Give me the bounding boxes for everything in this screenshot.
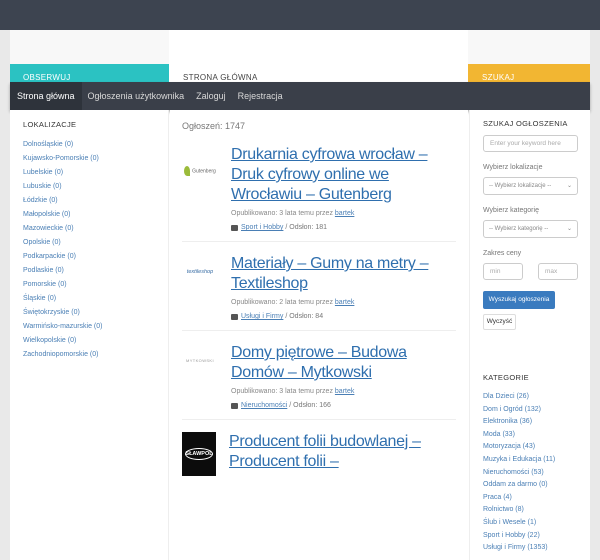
logo-text: MYTKOWSKI — [185, 357, 215, 363]
location-link[interactable]: Wielkopolskie (0) — [23, 334, 155, 348]
listing-meta: Opublikowano: 3 lata temu przez bartek — [231, 388, 355, 395]
location-link[interactable]: Dolnośląskie (0) — [23, 138, 155, 152]
author-link[interactable]: bartek — [335, 210, 354, 217]
location-link[interactable]: Lubuskie (0) — [23, 180, 155, 194]
category-link[interactable]: Nieruchomości — [241, 402, 287, 409]
listing-meta: Opublikowano: 2 lata temu przez bartek — [231, 299, 355, 306]
price-min-input[interactable]: min — [483, 263, 523, 280]
chevron-down-icon: ⌄ — [566, 183, 572, 189]
category-link[interactable]: Sport i Hobby — [241, 224, 283, 231]
listing-thumbnail[interactable]: SŁAWPOL — [182, 432, 216, 476]
location-link[interactable]: Lubelskie (0) — [23, 166, 155, 180]
nav-item-register[interactable]: Rejestracja — [232, 82, 289, 110]
listing-thumbnail[interactable]: textileshop — [182, 254, 218, 290]
location-link[interactable]: Zachodniopomorskie (0) — [23, 348, 155, 362]
locations-title: LOKALIZACJE — [23, 120, 77, 129]
listing-thumbnail[interactable]: MYTKOWSKI — [182, 343, 218, 379]
keyword-input[interactable]: Enter your keyword here — [483, 135, 578, 152]
top-bar — [0, 0, 600, 30]
locations-sidebar: LOKALIZACJE Dolnośląskie (0) Kujawsko-Po… — [10, 110, 169, 560]
listing-title[interactable]: Drukarnia cyfrowa wrocław – Druk cyfrowy… — [231, 145, 456, 205]
category-link[interactable]: Nieruchomości (53) — [483, 467, 577, 480]
category-select[interactable]: -- Wybierz kategorię -- ⌄ — [483, 220, 578, 238]
location-link[interactable]: Podkarpackie (0) — [23, 250, 155, 264]
listing-item: SŁAWPOL Producent folii budowlanej – Pro… — [182, 432, 456, 486]
location-link[interactable]: Małopolskie (0) — [23, 208, 155, 222]
location-link[interactable]: Podlaskie (0) — [23, 264, 155, 278]
location-link[interactable]: Opolskie (0) — [23, 236, 155, 250]
listing-category-row: Sport i Hobby / Odsłon: 181 — [231, 224, 456, 231]
listing-meta: Opublikowano: 3 lata temu przez bartek — [231, 210, 355, 217]
listings-content: Ogłoszeń: 1747 Gutenberg Drukarnia cyfro… — [170, 110, 468, 560]
category-link[interactable]: Usługi i Firmy (1353) — [483, 542, 577, 555]
folder-icon — [231, 224, 238, 231]
category-link[interactable]: Sport i Hobby (22) — [483, 530, 577, 543]
nav-item-home[interactable]: Strona główna — [10, 82, 82, 110]
logo-text: textileshop — [186, 268, 214, 275]
location-link[interactable]: Świętokrzyskie (0) — [23, 306, 155, 320]
category-link[interactable]: Elektronika (36) — [483, 416, 577, 429]
listing-item: Gutenberg Drukarnia cyfrowa wrocław – Dr… — [182, 145, 456, 242]
category-link[interactable]: Moda (33) — [483, 429, 577, 442]
header-center: STRONA GŁÓWNA — [169, 30, 468, 82]
listing-category-row: Nieruchomości / Odsłon: 166 — [231, 402, 456, 409]
header-right-title: SZUKAJ — [482, 73, 515, 82]
listing-item: textileshop Materiały – Gumy na metry – … — [182, 254, 456, 331]
search-sidebar: SZUKAJ OGŁOSZENIA Enter your keyword her… — [469, 110, 590, 560]
listing-category-row: Usługi i Firmy / Odsłon: 84 — [231, 313, 456, 320]
listing-title[interactable]: Producent folii budowlanej – Producent f… — [229, 432, 456, 472]
listings-count: Ogłoszeń: 1747 — [182, 121, 246, 131]
location-link[interactable]: Pomorskie (0) — [23, 278, 155, 292]
nav-item-user-ads[interactable]: Ogłoszenia użytkownika — [82, 82, 191, 110]
header-right-tab: SZUKAJ — [468, 64, 590, 82]
header-left-tab: OBSERWUJ — [10, 64, 169, 82]
clear-button[interactable]: Wyczyść — [483, 314, 516, 330]
location-link[interactable]: Warmińsko-mazurskie (0) — [23, 320, 155, 334]
views-count: / Odsłon: 166 — [289, 402, 331, 409]
category-link[interactable]: Dla Dzieci (26) — [483, 391, 577, 404]
author-link[interactable]: bartek — [335, 388, 354, 395]
category-label: Wybierz kategorię — [483, 207, 539, 214]
logo-text: SŁAWPOL — [185, 448, 213, 460]
category-link[interactable]: Muzyka i Edukacja (11) — [483, 454, 577, 467]
header-center-title: STRONA GŁÓWNA — [183, 73, 258, 82]
author-link[interactable]: bartek — [335, 299, 354, 306]
category-link[interactable]: Ślub i Wesele (1) — [483, 517, 577, 530]
chevron-down-icon: ⌄ — [566, 226, 572, 232]
folder-icon — [231, 313, 238, 320]
listing-thumbnail[interactable]: Gutenberg — [182, 153, 218, 189]
price-range: min max — [483, 263, 578, 280]
main-navbar: Strona główna Ogłoszenia użytkownika Zal… — [10, 82, 590, 110]
views-count: / Odsłon: 181 — [285, 224, 328, 231]
categories-title: KATEGORIE — [483, 373, 529, 382]
views-count: / Odsłon: 84 — [285, 313, 324, 320]
listing-item: MYTKOWSKI Domy piętrowe – Budowa Domów –… — [182, 343, 456, 420]
category-link[interactable]: Oddam za darmo (0) — [483, 479, 577, 492]
search-title: SZUKAJ OGŁOSZENIA — [483, 119, 568, 128]
location-link[interactable]: Mazowieckie (0) — [23, 222, 155, 236]
category-link[interactable]: Rolnictwo (8) — [483, 504, 577, 517]
price-max-input[interactable]: max — [538, 263, 578, 280]
price-label: Zakres ceny — [483, 250, 522, 257]
logo-text: Gutenberg — [192, 168, 216, 175]
category-link[interactable]: Praca (4) — [483, 492, 577, 505]
nav-item-login[interactable]: Zaloguj — [190, 82, 232, 110]
folder-icon — [231, 402, 238, 409]
location-link[interactable]: Śląskie (0) — [23, 292, 155, 306]
leaf-icon — [184, 166, 191, 176]
location-link[interactable]: Kujawsko-Pomorskie (0) — [23, 152, 155, 166]
category-link[interactable]: Usługi i Firmy — [241, 313, 283, 320]
header-left-title: OBSERWUJ — [23, 73, 71, 82]
category-link[interactable]: Motoryzacja (43) — [483, 441, 577, 454]
location-select[interactable]: -- Wybierz lokalizacje -- ⌄ — [483, 177, 578, 195]
listing-title[interactable]: Materiały – Gumy na metry – Textileshop — [231, 254, 456, 294]
search-button[interactable]: Wyszukaj ogłoszenia — [483, 291, 555, 309]
listing-title[interactable]: Domy piętrowe – Budowa Domów – Mytkowski — [231, 343, 456, 383]
category-link[interactable]: Dom i Ogród (132) — [483, 404, 577, 417]
location-link[interactable]: Łódzkie (0) — [23, 194, 155, 208]
location-label: Wybierz lokalizacje — [483, 164, 543, 171]
